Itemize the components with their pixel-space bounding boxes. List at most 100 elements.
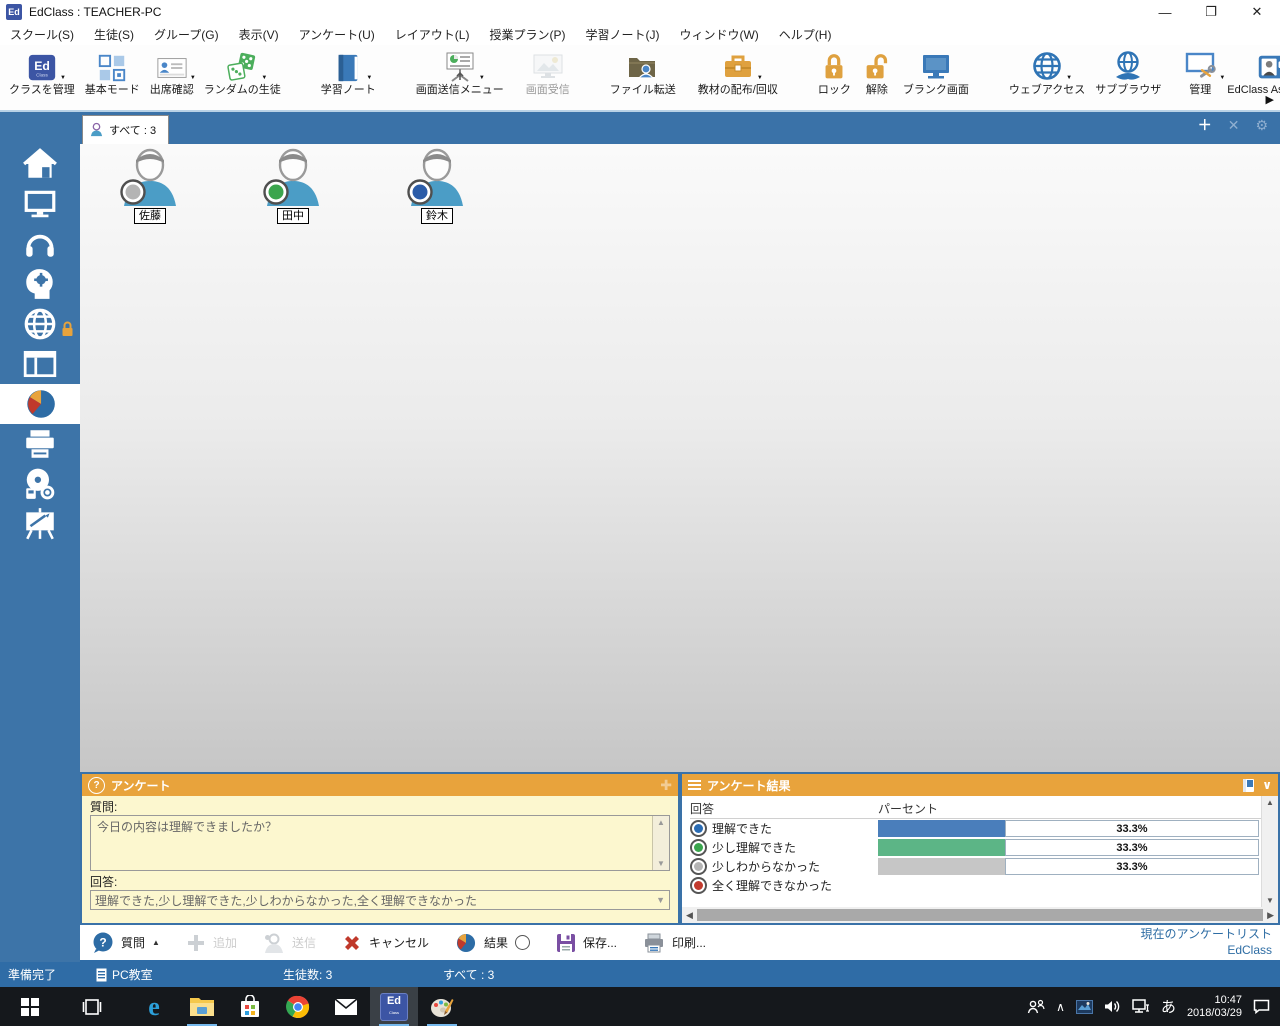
sidebar-item-multimedia[interactable] [0,464,80,504]
menu-student[interactable]: 生徒(S) [84,26,144,43]
student-sato[interactable]: 佐藤 [114,148,186,224]
answer-radio-icon [690,820,707,837]
toolbar-blank-screen[interactable]: ブランク画面 [898,47,974,96]
toolbar-overflow-arrow[interactable]: ▶ [1266,93,1274,106]
toolbar-screen-receive: 画面受信 [521,47,575,96]
sidebar-item-print[interactable] [0,424,80,464]
taskbar-chrome[interactable] [274,987,322,1026]
task-view-button[interactable] [68,987,116,1026]
tab-settings-icon[interactable]: ⚙ [1255,117,1268,133]
ime-indicator[interactable]: あ [1161,996,1176,1017]
save-button[interactable]: 保存... [556,933,617,953]
menu-help[interactable]: ヘルプ(H) [769,26,842,43]
sidebar-item-surveys[interactable] [0,384,80,424]
toolbar-distribute-collect[interactable]: ▼ 教材の配布/回収 [693,47,783,96]
add-survey-icon[interactable]: ✚ [660,777,672,794]
menu-window[interactable]: ウィンドウ(W) [669,26,768,43]
floppy-icon [556,933,576,953]
toolbar-file-transfer[interactable]: ファイル転送 [605,47,681,96]
toolbar-assistant[interactable]: ▼ EdClass Assistant [1222,47,1280,96]
menu-group[interactable]: グループ(G) [144,26,229,43]
start-button[interactable] [6,987,54,1026]
current-survey-list[interactable]: 現在のアンケートリスト EdClass [1140,926,1272,958]
print-button[interactable]: 印刷... [643,933,706,953]
menu-layout[interactable]: レイアウト(L) [385,26,480,43]
add-button: 追加 [186,933,237,953]
status-badge [126,184,141,199]
people-icon[interactable] [1027,999,1045,1015]
scroll-down-icon[interactable]: ▼ [1266,896,1274,905]
cancel-button[interactable]: キャンセル [342,933,429,953]
minimize-button[interactable]: — [1142,0,1188,24]
taskbar-clock[interactable]: 10:47 2018/03/29 [1187,994,1242,1020]
web-globe-icon [21,306,59,342]
taskbar-store[interactable] [226,987,274,1026]
system-tray: ∧ あ 10:47 2018/03/29 [1027,987,1280,1026]
sidebar-item-web[interactable] [0,304,80,344]
network-icon[interactable] [1132,999,1150,1014]
tab-label: すべて : 3 [109,122,156,138]
scroll-down-icon[interactable]: ▼ [657,859,665,868]
taskbar-file-explorer[interactable] [178,987,226,1026]
menu-lesson-plan[interactable]: 授業プラン(P) [479,26,575,43]
sidebar-item-monitor[interactable] [0,184,80,224]
student-tanaka[interactable]: 田中 [257,148,329,224]
horizontal-scrollbar[interactable]: ◀▶ [682,907,1278,923]
tray-chevron-icon[interactable]: ∧ [1056,1000,1065,1014]
toolbar-show-menu[interactable]: ▼ 画面送信メニュー [411,47,509,96]
student-canvas[interactable]: 佐藤 田中 [80,144,1280,773]
volume-icon[interactable] [1104,999,1121,1014]
taskbar-edclass[interactable]: EdClass [370,987,418,1026]
sidebar-item-qa[interactable] [0,264,80,304]
layout-squares-icon [96,52,128,84]
toolbar-random-student[interactable]: ▼ ランダムの生徒 [199,47,286,96]
scroll-right-icon[interactable]: ▶ [1267,910,1274,921]
status-all-count: すべて : 3 [443,966,494,983]
toolbar-attendance[interactable]: ▼ 出席確認 [145,47,199,96]
answers-dropdown[interactable]: 理解できた,少し理解できた,少しわからなかった,全く理解できなかった ▼ [90,890,670,910]
toolbar-unlock[interactable]: 解除 [856,47,898,96]
add-tab-icon[interactable]: ＋ [1198,117,1212,133]
menu-survey[interactable]: アンケート(U) [289,26,385,43]
restore-button[interactable]: ❐ [1188,0,1234,24]
toolbar-web-access[interactable]: ▼ ウェブアクセス [1004,47,1090,96]
taskbar-paint[interactable] [418,987,466,1026]
question-scrollbar[interactable]: ▲▼ [652,816,669,870]
close-tab-icon[interactable]: ✕ [1228,117,1240,133]
scroll-up-icon[interactable]: ▲ [1266,798,1274,807]
student-suzuki[interactable]: 鈴木 [401,148,473,224]
question-button[interactable]: ? 質問▲ [92,932,160,954]
toolbar-admin[interactable]: ▼ 管理 [1178,47,1222,96]
menu-school[interactable]: スクール(S) [0,26,84,43]
action-center-icon[interactable] [1253,999,1270,1014]
vertical-scrollbar[interactable]: ▲▼ [1261,796,1278,907]
menu-journal[interactable]: 学習ノート(J) [575,26,669,43]
sidebar-item-home[interactable] [0,144,80,184]
taskbar-edge[interactable]: e [130,987,178,1026]
results-button[interactable]: 結果 [455,932,530,954]
notebook-small-icon[interactable] [1242,778,1256,793]
menu-view[interactable]: 表示(V) [229,26,289,43]
edclass-tray-icon[interactable] [1076,1000,1093,1014]
toolbar-basic-mode[interactable]: 基本モード [80,47,145,96]
lock-open-icon [861,52,893,84]
toolbar-journal[interactable]: ▼ 学習ノート [316,47,381,96]
sidebar-item-audio[interactable] [0,224,80,264]
results-toggle-ring-icon[interactable] [515,935,530,950]
sidebar-item-whiteboard[interactable] [0,504,80,544]
red-x-icon [342,933,362,953]
toolbar-manage-class[interactable]: EdClass▼ クラスを管理 [4,47,80,96]
list-icon [688,780,701,790]
close-button[interactable]: ✕ [1234,0,1280,24]
scroll-left-icon[interactable]: ◀ [686,910,693,921]
tab-all-students[interactable]: すべて : 3 [82,115,169,144]
scrollbar-thumb[interactable] [697,909,1263,921]
collapse-chevron-icon[interactable]: ∨ [1262,778,1272,792]
sidebar-item-layout[interactable] [0,344,80,384]
thinking-head-icon [21,266,59,302]
toolbar-lock[interactable]: ロック [813,47,856,96]
question-textarea[interactable]: 今日の内容は理解できましたか？ ▲▼ [90,815,670,871]
scroll-up-icon[interactable]: ▲ [657,818,665,827]
toolbar-co-browse[interactable]: サブブラウザ [1090,47,1166,96]
taskbar-mail[interactable] [322,987,370,1026]
